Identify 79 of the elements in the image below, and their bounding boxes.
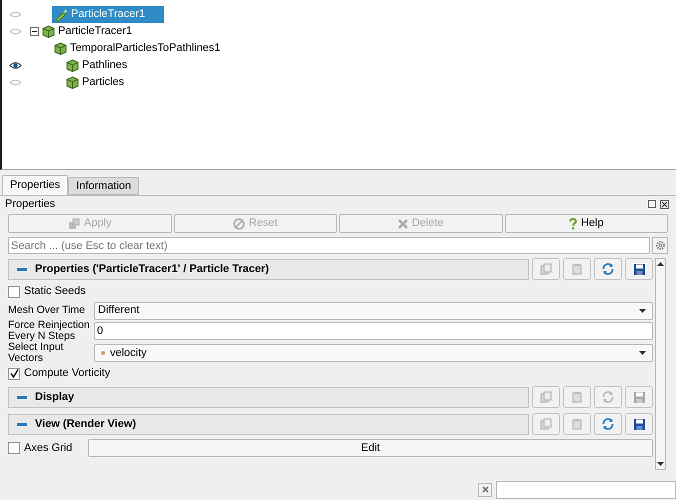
- paste-button[interactable]: [563, 413, 591, 435]
- edit-button[interactable]: Edit: [88, 439, 653, 457]
- reload-button[interactable]: [594, 258, 622, 280]
- paste-button[interactable]: [563, 258, 591, 280]
- close-icon: [482, 486, 488, 493]
- cube-icon: [66, 76, 79, 89]
- refresh-icon: [601, 390, 615, 404]
- input-field[interactable]: [496, 480, 676, 498]
- checkbox-label: Compute Vorticity: [24, 366, 110, 382]
- cube-icon: [42, 25, 55, 38]
- checkmark-icon: [10, 369, 18, 378]
- tab[interactable]: Properties: [2, 175, 68, 195]
- scrollbar[interactable]: [655, 258, 666, 470]
- checkbox[interactable]: [8, 368, 20, 380]
- save-icon: [632, 418, 646, 430]
- tree-item[interactable]: ParticleTracer1: [52, 6, 164, 23]
- settings-icon: [654, 240, 666, 251]
- cube-icon: [54, 42, 67, 55]
- input-field[interactable]: 0: [94, 322, 653, 340]
- tab[interactable]: Information: [68, 177, 140, 195]
- paste-button[interactable]: [563, 386, 591, 408]
- section-header[interactable]: View (Render View): [8, 414, 529, 434]
- clear-button[interactable]: [478, 482, 492, 496]
- save-button[interactable]: [625, 413, 653, 435]
- collapse-icon: [17, 422, 27, 426]
- copy-icon: [540, 263, 552, 275]
- save-button[interactable]: [625, 258, 653, 280]
- tree-item[interactable]: Pathlines: [64, 57, 130, 74]
- panel-title: Properties: [5, 196, 56, 212]
- tree-item[interactable]: Particles: [64, 74, 126, 91]
- question-icon: [568, 218, 577, 230]
- dropdown[interactable]: Different: [94, 302, 653, 320]
- field-label: Select Input Vectors: [8, 342, 64, 364]
- checkbox[interactable]: [8, 442, 20, 454]
- field-label: Mesh Over Time: [8, 305, 86, 316]
- scroll-down-icon[interactable]: [657, 462, 664, 466]
- checkbox-label: Axes Grid: [24, 440, 74, 456]
- field-label: Force Reinjection Every N Steps: [8, 320, 91, 342]
- reload-button[interactable]: [594, 413, 622, 435]
- save-icon: [632, 390, 646, 404]
- reload-button[interactable]: [594, 386, 622, 408]
- apply-icon: [68, 218, 80, 230]
- clipboard-icon: [571, 263, 583, 275]
- refresh-icon: [601, 262, 615, 276]
- section-header[interactable]: Properties ('ParticleTracer1' / Particle Tracer): [8, 258, 529, 280]
- closed-eye-icon[interactable]: [8, 10, 22, 19]
- eye-icon[interactable]: [8, 61, 22, 70]
- collapse-icon: [17, 268, 27, 270]
- prohibited-icon: [232, 218, 245, 230]
- clipboard-icon: [571, 391, 583, 403]
- checkbox-label: Static Seeds: [24, 284, 86, 300]
- scroll-up-icon[interactable]: [657, 262, 664, 266]
- section-header[interactable]: Display: [8, 386, 529, 408]
- settings-button[interactable]: [652, 237, 668, 254]
- dropdown[interactable]: velocity: [94, 344, 653, 362]
- caret-icon: [639, 308, 646, 312]
- collapse-toggle[interactable]: [30, 27, 39, 36]
- collapse-icon: [17, 396, 27, 398]
- closed-eye-icon[interactable]: [8, 78, 22, 87]
- wand-icon: [54, 8, 68, 21]
- tree-item[interactable]: TemporalParticlesToPathlines1: [52, 40, 222, 57]
- caret-icon: [639, 351, 646, 355]
- float-icon[interactable]: [648, 200, 656, 208]
- copy-icon: [540, 418, 552, 430]
- copy-button[interactable]: [532, 258, 560, 280]
- checkbox[interactable]: [8, 286, 20, 298]
- closed-eye-icon[interactable]: [8, 27, 22, 36]
- close-icon[interactable]: [660, 200, 669, 208]
- copy-button[interactable]: [532, 413, 560, 435]
- tree-item[interactable]: ParticleTracer1: [40, 23, 134, 40]
- help-button[interactable]: Help: [504, 214, 668, 233]
- copy-icon: [540, 391, 552, 403]
- copy-button[interactable]: [532, 386, 560, 408]
- refresh-icon: [601, 417, 615, 431]
- save-icon: [632, 262, 646, 276]
- clipboard-icon: [571, 418, 583, 430]
- close-icon: [398, 218, 408, 228]
- cube-icon: [66, 59, 79, 72]
- search-field[interactable]: Search ... (use Esc to clear text): [8, 237, 650, 254]
